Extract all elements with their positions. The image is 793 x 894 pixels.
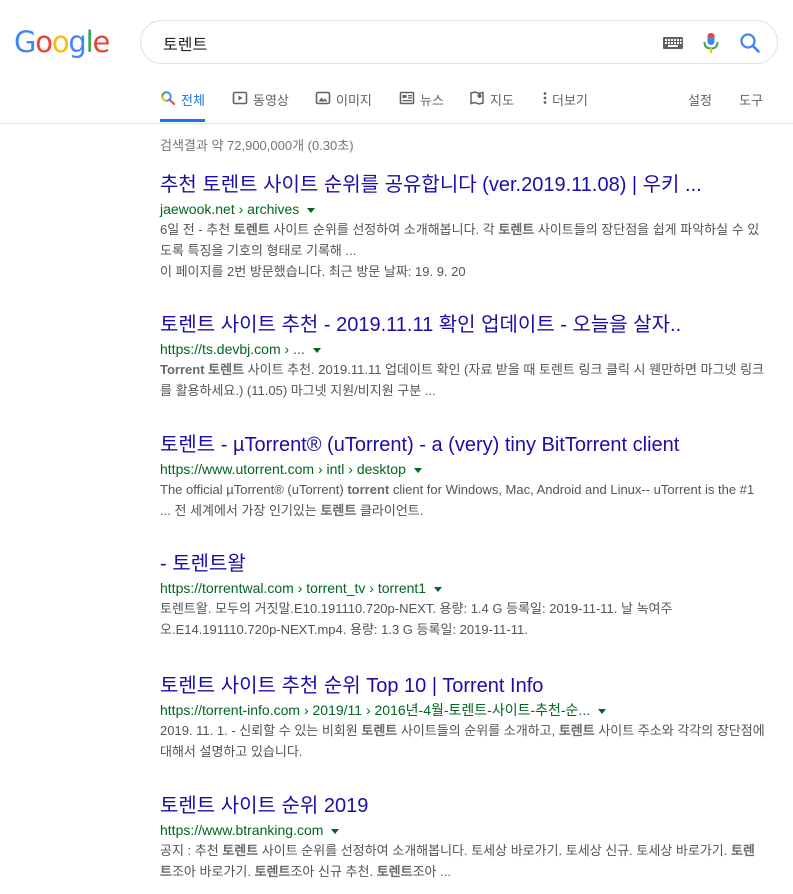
tab-images[interactable]: 이미지 [315,84,372,122]
microphone-icon[interactable] [702,32,720,54]
snippet-text: 공지 : 추천 [160,843,223,858]
result-title-link[interactable]: 추천 토렌트 사이트 순위를 공유합니다 (ver.2019.11.08) | … [160,172,765,198]
result-url[interactable]: https://torrentwal.com › torrent_tv › to… [160,578,765,598]
snippet-highlight: 토렌트 [376,864,413,879]
snippet-highlight: 토렌트 [233,222,270,237]
result-url[interactable]: https://www.utorrent.com › intl › deskto… [160,459,765,479]
tools-link[interactable]: 도구 [739,90,763,109]
search-result: 토렌트 사이트 추천 순위 Top 10 | Torrent Info http… [160,673,765,762]
tab-label: 이미지 [336,93,372,108]
logo-letter: e [92,25,110,59]
keyboard-icon[interactable] [662,35,684,51]
result-snippet: 토렌트왈. 모두의 거짓말.E10.191110.720p-NEXT. 용량: … [160,598,765,640]
caret-down-icon[interactable] [307,207,316,213]
snippet-highlight: 토렌트 [254,864,291,879]
snippet-text: 사이트들의 순위를 소개하고, [397,723,559,738]
logo-letter: o [35,25,53,59]
settings-link[interactable]: 설정 [688,90,712,109]
snippet-text: 조아 바로가기. [171,864,255,879]
map-icon [470,91,484,105]
result-url[interactable]: https://torrent-info.com › 2019/11 › 201… [160,700,765,720]
result-url-text: https://www.utorrent.com › intl › deskto… [160,461,406,477]
tab-label: 더보기 [552,93,588,108]
search-result: 토렌트 사이트 추천 - 2019.11.11 확인 업데이트 - 오늘을 살자… [160,312,765,401]
result-stats: 검색결과 약 72,900,000개 (0.30초) [160,138,354,153]
snippet-text: 사이트 순위를 선정하여 소개해봅니다. 각 [269,222,499,237]
result-title-link[interactable]: 토렌트 - µTorrent® (uTorrent) - a (very) ti… [160,432,765,458]
tab-label: 전체 [181,93,205,108]
tab-all[interactable]: 전체 [160,84,205,122]
visited-note: 이 페이지를 2번 방문했습니다. 최근 방문 날짜: 19. 9. 20 [160,264,466,279]
snippet-highlight: 토렌트 [498,222,535,237]
snippet-text: 토렌트왈. 모두의 거짓말.E10.191110.720p-NEXT. 용량: … [160,601,673,637]
snippet-text: 2019. 11. 1. - 신뢰할 수 있는 비회원 [160,723,362,738]
snippet-highlight: torrent [347,482,390,497]
result-url-text: https://www.btranking.com [160,822,324,838]
image-icon [315,91,331,105]
news-icon [399,91,415,105]
tab-label: 동영상 [253,93,289,108]
tab-videos[interactable]: 동영상 [232,84,289,122]
search-result: 토렌트 - µTorrent® (uTorrent) - a (very) ti… [160,432,765,521]
caret-down-icon[interactable] [598,708,607,714]
more-vert-icon [543,92,547,104]
result-snippet: 공지 : 추천 토렌트 사이트 순위를 선정하여 소개해봅니다. 토세상 바로가… [160,840,765,882]
logo-letter: g [68,25,86,59]
result-url[interactable]: jaewook.net › archives [160,199,765,219]
caret-down-icon[interactable] [312,347,321,353]
tab-label: 뉴스 [420,93,444,108]
search-result: 추천 토렌트 사이트 순위를 공유합니다 (ver.2019.11.08) | … [160,172,765,282]
snippet-highlight: 토렌트 [558,723,595,738]
snippet-text: 사이트 추천. 2019.11.11 업데이트 확인 (자료 받을 때 토렌트 … [160,362,764,398]
snippet-highlight: 토렌트 [222,843,259,858]
tab-more[interactable]: 더보기 [541,84,588,122]
result-title-link[interactable]: 토렌트 사이트 순위 2019 [160,793,765,819]
search-icon [161,91,175,105]
result-url[interactable]: https://ts.devbj.com › ... [160,339,765,359]
snippet-text: 사이트 순위를 선정하여 소개해봅니다. 토세상 바로가기. 토세상 신규. 토… [258,843,731,858]
result-url-text: https://torrentwal.com › torrent_tv › to… [160,580,427,596]
result-snippet: Torrent 토렌트 사이트 추천. 2019.11.11 업데이트 확인 (… [160,359,765,401]
snippet-text: 클라이언트. [356,503,424,518]
snippet-text: 6일 전 - 추천 [160,222,234,237]
header: Google 전체 동영상 [0,0,793,124]
caret-down-icon[interactable] [413,467,422,473]
result-snippet: 6일 전 - 추천 토렌트 사이트 순위를 선정하여 소개해봅니다. 각 토렌트… [160,219,765,261]
result-url-text: https://torrent-info.com › 2019/11 › 201… [160,702,591,718]
tab-news[interactable]: 뉴스 [399,84,444,122]
tab-label: 지도 [490,93,514,108]
result-url-text: jaewook.net › archives [160,201,300,217]
logo-letter: G [14,25,36,59]
result-title-link[interactable]: - 토렌트왈 [160,551,765,577]
result-url[interactable]: https://www.btranking.com [160,820,765,840]
video-icon [232,91,248,105]
search-input[interactable] [163,31,643,55]
snippet-highlight: 토렌트 [361,723,398,738]
snippet-text: 조아 신규 추천. [290,864,377,879]
result-snippet: 2019. 11. 1. - 신뢰할 수 있는 비회원 토렌트 사이트들의 순위… [160,720,765,762]
snippet-highlight: Torrent [160,362,205,377]
tab-maps[interactable]: 지도 [469,84,514,122]
caret-down-icon[interactable] [331,828,340,834]
result-title-link[interactable]: 토렌트 사이트 추천 - 2019.11.11 확인 업데이트 - 오늘을 살자… [160,312,765,338]
result-title-link[interactable]: 토렌트 사이트 추천 순위 Top 10 | Torrent Info [160,673,765,699]
google-logo[interactable]: Google [14,25,110,59]
snippet-highlight: 토렌트 [208,362,245,377]
result-url-text: https://ts.devbj.com › ... [160,341,305,357]
snippet-text: The official µTorrent® (uTorrent) [160,482,348,497]
search-result: - 토렌트왈 https://torrentwal.com › torrent_… [160,551,765,640]
result-snippet: The official µTorrent® (uTorrent) torren… [160,479,765,521]
logo-letter: o [51,25,70,59]
logo-letter: l [85,25,94,59]
caret-down-icon[interactable] [434,586,443,592]
search-icon[interactable] [739,32,761,54]
snippet-text: 조아 ... [412,864,451,879]
snippet-highlight: 토렌트 [320,503,357,518]
search-box [140,20,778,64]
search-result: 토렌트 사이트 순위 2019 https://www.btranking.co… [160,793,765,882]
